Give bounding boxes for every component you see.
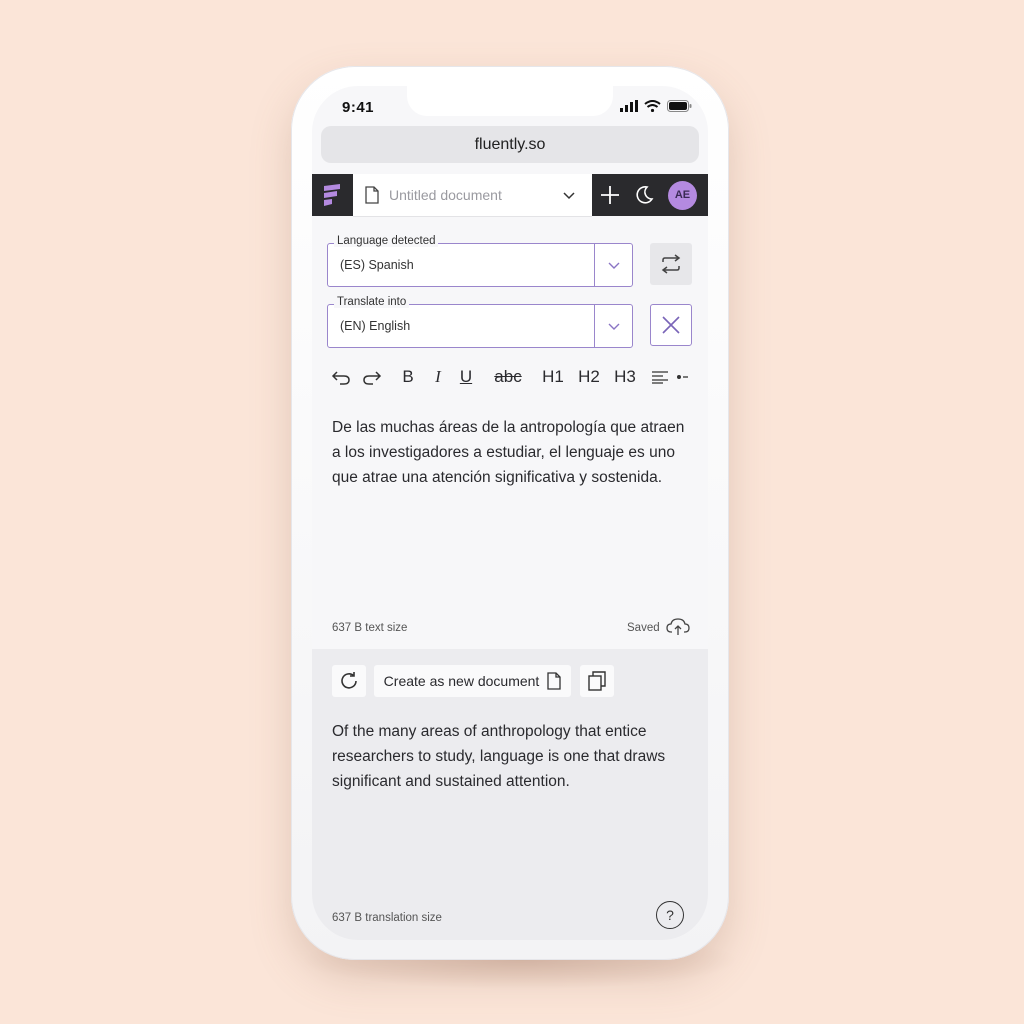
bullet-list-icon	[677, 375, 688, 379]
language-detected-value: (ES) Spanish	[340, 258, 414, 272]
swap-icon	[661, 254, 681, 274]
underline-button[interactable]: U	[458, 364, 474, 390]
document-title: Untitled document	[389, 187, 502, 203]
create-new-document-label: Create as new document	[383, 673, 540, 689]
status-icons	[620, 100, 692, 112]
phone-screen: 9:41 fluently.so Untitled document AE La…	[312, 86, 708, 940]
user-avatar[interactable]: AE	[668, 180, 697, 210]
language-detected-select[interactable]: Language detected (ES) Spanish	[327, 235, 633, 287]
translated-text: Of the many areas of anthropology that e…	[332, 723, 666, 790]
cloud-upload-icon	[666, 618, 690, 635]
swap-languages-button[interactable]	[650, 243, 692, 285]
copy-translation-button[interactable]	[580, 665, 614, 697]
close-icon	[662, 316, 680, 334]
language-detected-label: Language detected	[334, 235, 439, 247]
redo-button[interactable]	[361, 364, 383, 390]
refresh-translation-button[interactable]	[332, 665, 366, 697]
saved-status: Saved	[627, 622, 660, 634]
document-title-selector[interactable]: Untitled document	[353, 174, 592, 217]
italic-button[interactable]: I	[432, 364, 444, 390]
help-button[interactable]: ?	[656, 901, 684, 929]
align-left-icon	[652, 371, 668, 384]
bold-button[interactable]: B	[400, 364, 416, 390]
signal-icon	[620, 100, 638, 112]
formatting-toolbar: B I U abc H1 H2 H3	[330, 364, 708, 390]
language-detected-dropdown[interactable]	[594, 244, 632, 286]
add-icon[interactable]	[600, 185, 620, 205]
wifi-icon	[644, 100, 661, 112]
status-bar: 9:41	[312, 86, 708, 126]
header-actions: AE	[592, 174, 708, 216]
translation-size-label: 637 B translation size	[332, 912, 442, 924]
source-text-editor[interactable]: De las muchas áreas de la antropología q…	[332, 415, 692, 490]
dark-mode-icon[interactable]	[634, 185, 654, 205]
translate-into-value: (EN) English	[340, 319, 411, 333]
chevron-down-icon	[608, 323, 619, 330]
heading-1-button[interactable]: H1	[540, 364, 566, 390]
chevron-down-icon	[563, 192, 575, 200]
document-icon	[365, 186, 379, 204]
translate-into-dropdown[interactable]	[594, 305, 632, 347]
fluently-logo[interactable]	[312, 174, 353, 216]
address-bar-url: fluently.so	[474, 135, 546, 153]
document-icon	[547, 672, 561, 690]
heading-3-button[interactable]: H3	[612, 364, 638, 390]
chevron-down-icon	[608, 262, 619, 269]
copy-icon	[588, 671, 606, 691]
align-left-button[interactable]	[650, 364, 670, 390]
bullet-list-button[interactable]	[676, 364, 688, 390]
app-header: Untitled document AE	[312, 174, 708, 217]
create-new-document-button[interactable]: Create as new document	[374, 665, 571, 697]
translate-into-select[interactable]: Translate into (EN) English	[327, 296, 633, 348]
undo-icon	[331, 371, 350, 385]
text-size-label: 637 B text size	[332, 622, 408, 634]
battery-icon	[667, 100, 692, 112]
translate-into-label: Translate into	[334, 296, 410, 308]
redo-icon	[363, 371, 382, 385]
heading-2-button[interactable]: H2	[576, 364, 602, 390]
undo-button[interactable]	[330, 364, 352, 390]
status-time: 9:41	[342, 99, 375, 116]
translation-panel: Create as new document Of the many areas…	[312, 649, 708, 940]
close-translation-button[interactable]	[650, 304, 692, 346]
refresh-icon	[341, 672, 357, 689]
strikethrough-button[interactable]: abc	[491, 364, 525, 390]
address-bar[interactable]: fluently.so	[321, 126, 699, 163]
fluently-logo-icon	[323, 184, 340, 206]
